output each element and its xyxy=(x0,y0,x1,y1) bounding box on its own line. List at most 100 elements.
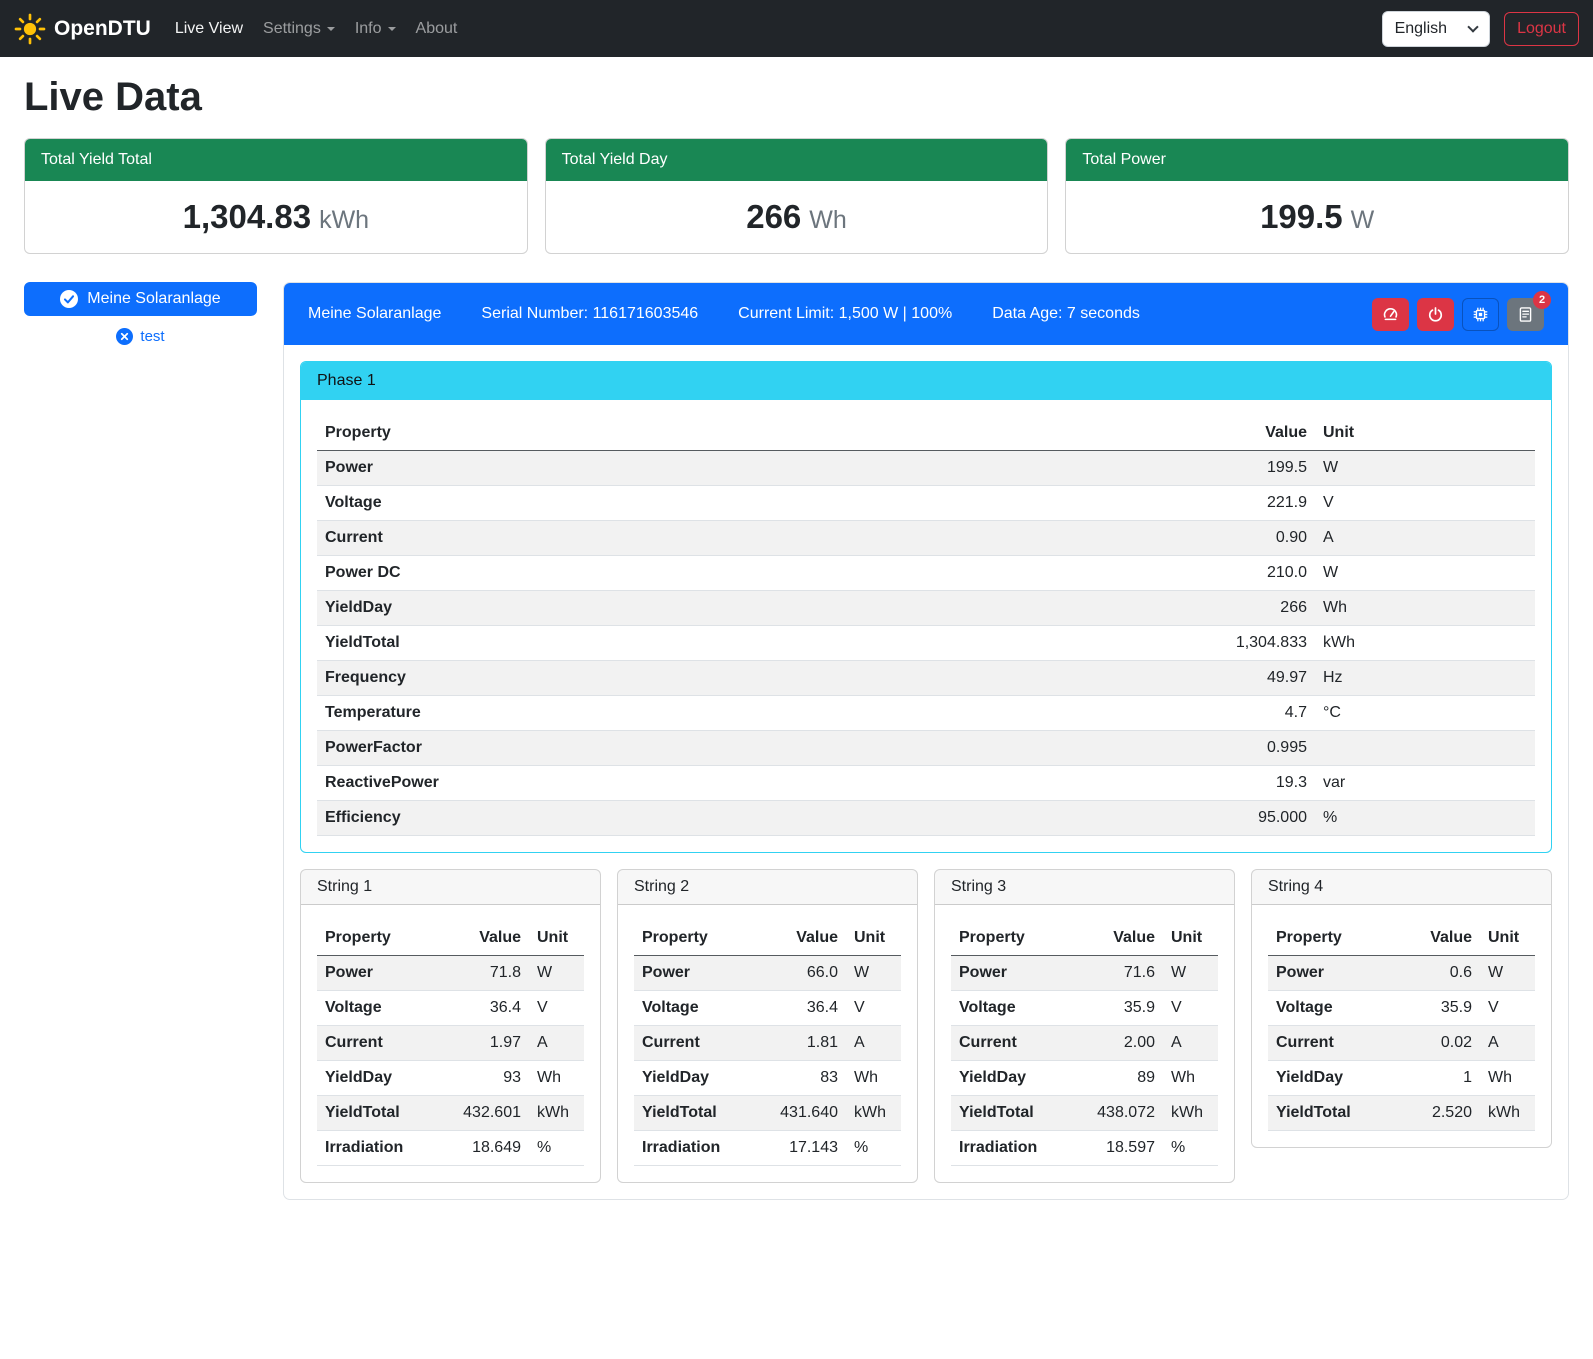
property-cell: Power xyxy=(317,956,434,991)
property-cell: Power xyxy=(317,451,1185,486)
chevron-down-icon xyxy=(388,27,396,31)
nav-item-settings[interactable]: Settings xyxy=(253,12,345,46)
value-cell: 4.7 xyxy=(1185,696,1315,731)
value-cell: 36.4 xyxy=(434,991,529,1026)
nav-item-about[interactable]: About xyxy=(406,12,468,46)
nav-item-settings-label: Settings xyxy=(263,20,321,38)
value-cell: 1,304.833 xyxy=(1185,626,1315,661)
string-card-title: String 4 xyxy=(1252,870,1551,905)
value-cell: 2.00 xyxy=(1068,1026,1163,1061)
property-cell: Efficiency xyxy=(317,801,1185,836)
value-cell: 199.5 xyxy=(1185,451,1315,486)
event-log-button[interactable]: 2 xyxy=(1507,298,1544,331)
brand[interactable]: OpenDTU xyxy=(14,13,151,45)
value-cell: 49.97 xyxy=(1185,661,1315,696)
summary-card-unit: kWh xyxy=(319,206,369,234)
table-row: Irradiation18.597% xyxy=(951,1131,1218,1166)
value-cell: 1.81 xyxy=(751,1026,846,1061)
value-cell: 438.072 xyxy=(1068,1096,1163,1131)
chevron-down-icon xyxy=(1467,21,1478,32)
logout-button[interactable]: Logout xyxy=(1504,12,1579,46)
limit-settings-button[interactable] xyxy=(1372,298,1409,331)
table-row: Power71.6W xyxy=(951,956,1218,991)
table-header-row: Property Value Unit xyxy=(317,921,584,956)
column-header-unit: Unit xyxy=(846,921,901,956)
property-cell: YieldTotal xyxy=(317,626,1185,661)
unit-cell: kWh xyxy=(1480,1096,1535,1131)
string-card-2: String 2 Property Value Unit xyxy=(617,869,918,1183)
nav-links: Live View Settings Info About xyxy=(165,12,468,46)
unit-cell: W xyxy=(529,956,584,991)
table-header-row: Property Value Unit xyxy=(317,416,1535,451)
table-row: YieldTotal438.072kWh xyxy=(951,1096,1218,1131)
unit-cell: V xyxy=(1480,991,1535,1026)
unit-cell: kWh xyxy=(1163,1096,1218,1131)
event-count-badge: 2 xyxy=(1533,291,1551,309)
table-row: Voltage221.9V xyxy=(317,486,1535,521)
property-cell: PowerFactor xyxy=(317,731,1185,766)
brand-name: OpenDTU xyxy=(54,17,151,41)
property-cell: Irradiation xyxy=(951,1131,1068,1166)
string-card-3: String 3 Property Value Unit xyxy=(934,869,1235,1183)
sidebar-item-test[interactable]: test xyxy=(24,328,257,345)
unit-cell: % xyxy=(1163,1131,1218,1166)
table-row: Current2.00A xyxy=(951,1026,1218,1061)
unit-cell xyxy=(1315,731,1535,766)
table-row: Temperature4.7°C xyxy=(317,696,1535,731)
table-row: Power0.6W xyxy=(1268,956,1535,991)
table-row: YieldDay83Wh xyxy=(634,1061,901,1096)
value-cell: 17.143 xyxy=(751,1131,846,1166)
nav-item-info[interactable]: Info xyxy=(345,12,406,46)
unit-cell: % xyxy=(846,1131,901,1166)
property-cell: Current xyxy=(951,1026,1068,1061)
table-header-row: Property Value Unit xyxy=(1268,921,1535,956)
summary-card-title: Total Yield Total xyxy=(25,139,527,181)
unit-cell: A xyxy=(846,1026,901,1061)
inverter-select-button[interactable]: Meine Solaranlage xyxy=(24,282,257,316)
table-row: YieldTotal1,304.833kWh xyxy=(317,626,1535,661)
property-cell: Power DC xyxy=(317,556,1185,591)
property-cell: Frequency xyxy=(317,661,1185,696)
unit-cell: V xyxy=(529,991,584,1026)
inverter-actions: 2 xyxy=(1372,298,1544,331)
property-cell: YieldDay xyxy=(317,591,1185,626)
unit-cell: W xyxy=(1315,451,1535,486)
table-row: YieldDay266Wh xyxy=(317,591,1535,626)
unit-cell: kWh xyxy=(846,1096,901,1131)
unit-cell: A xyxy=(529,1026,584,1061)
summary-card-title: Total Power xyxy=(1066,139,1568,181)
column-header-property: Property xyxy=(1268,921,1385,956)
table-row: Power DC210.0W xyxy=(317,556,1535,591)
table-header-row: Property Value Unit xyxy=(951,921,1218,956)
column-header-property: Property xyxy=(317,416,1185,451)
value-cell: 0.6 xyxy=(1385,956,1480,991)
table-row: Voltage36.4V xyxy=(317,991,584,1026)
nav-item-live-view[interactable]: Live View xyxy=(165,12,253,46)
language-select[interactable]: English xyxy=(1382,11,1490,47)
sidebar-item-test-label: test xyxy=(140,328,164,345)
value-cell: 66.0 xyxy=(751,956,846,991)
table-row: Current1.81A xyxy=(634,1026,901,1061)
table-row: YieldDay1Wh xyxy=(1268,1061,1535,1096)
phase-table: Property Value Unit Power199.5WVoltage22… xyxy=(317,416,1535,836)
string-card-4: String 4 Property Value Unit xyxy=(1251,869,1552,1148)
value-cell: 2.520 xyxy=(1385,1096,1480,1131)
summary-cards-row: Total Yield Total 1,304.83kWh Total Yiel… xyxy=(24,138,1569,254)
property-cell: YieldDay xyxy=(634,1061,751,1096)
value-cell: 89 xyxy=(1068,1061,1163,1096)
string-card-title: String 1 xyxy=(301,870,600,905)
table-row: Efficiency95.000% xyxy=(317,801,1535,836)
check-circle-icon xyxy=(60,290,78,308)
unit-cell: % xyxy=(529,1131,584,1166)
unit-cell: A xyxy=(1315,521,1535,556)
inverter-sidebar: Meine Solaranlage test xyxy=(24,282,257,345)
power-toggle-button[interactable] xyxy=(1417,298,1454,331)
unit-cell: Wh xyxy=(1315,591,1535,626)
summary-card-unit: W xyxy=(1351,206,1375,234)
column-header-value: Value xyxy=(434,921,529,956)
table-row: Current1.97A xyxy=(317,1026,584,1061)
device-info-button[interactable] xyxy=(1462,298,1499,331)
value-cell: 0.02 xyxy=(1385,1026,1480,1061)
unit-cell: W xyxy=(846,956,901,991)
summary-card-title: Total Yield Day xyxy=(546,139,1048,181)
